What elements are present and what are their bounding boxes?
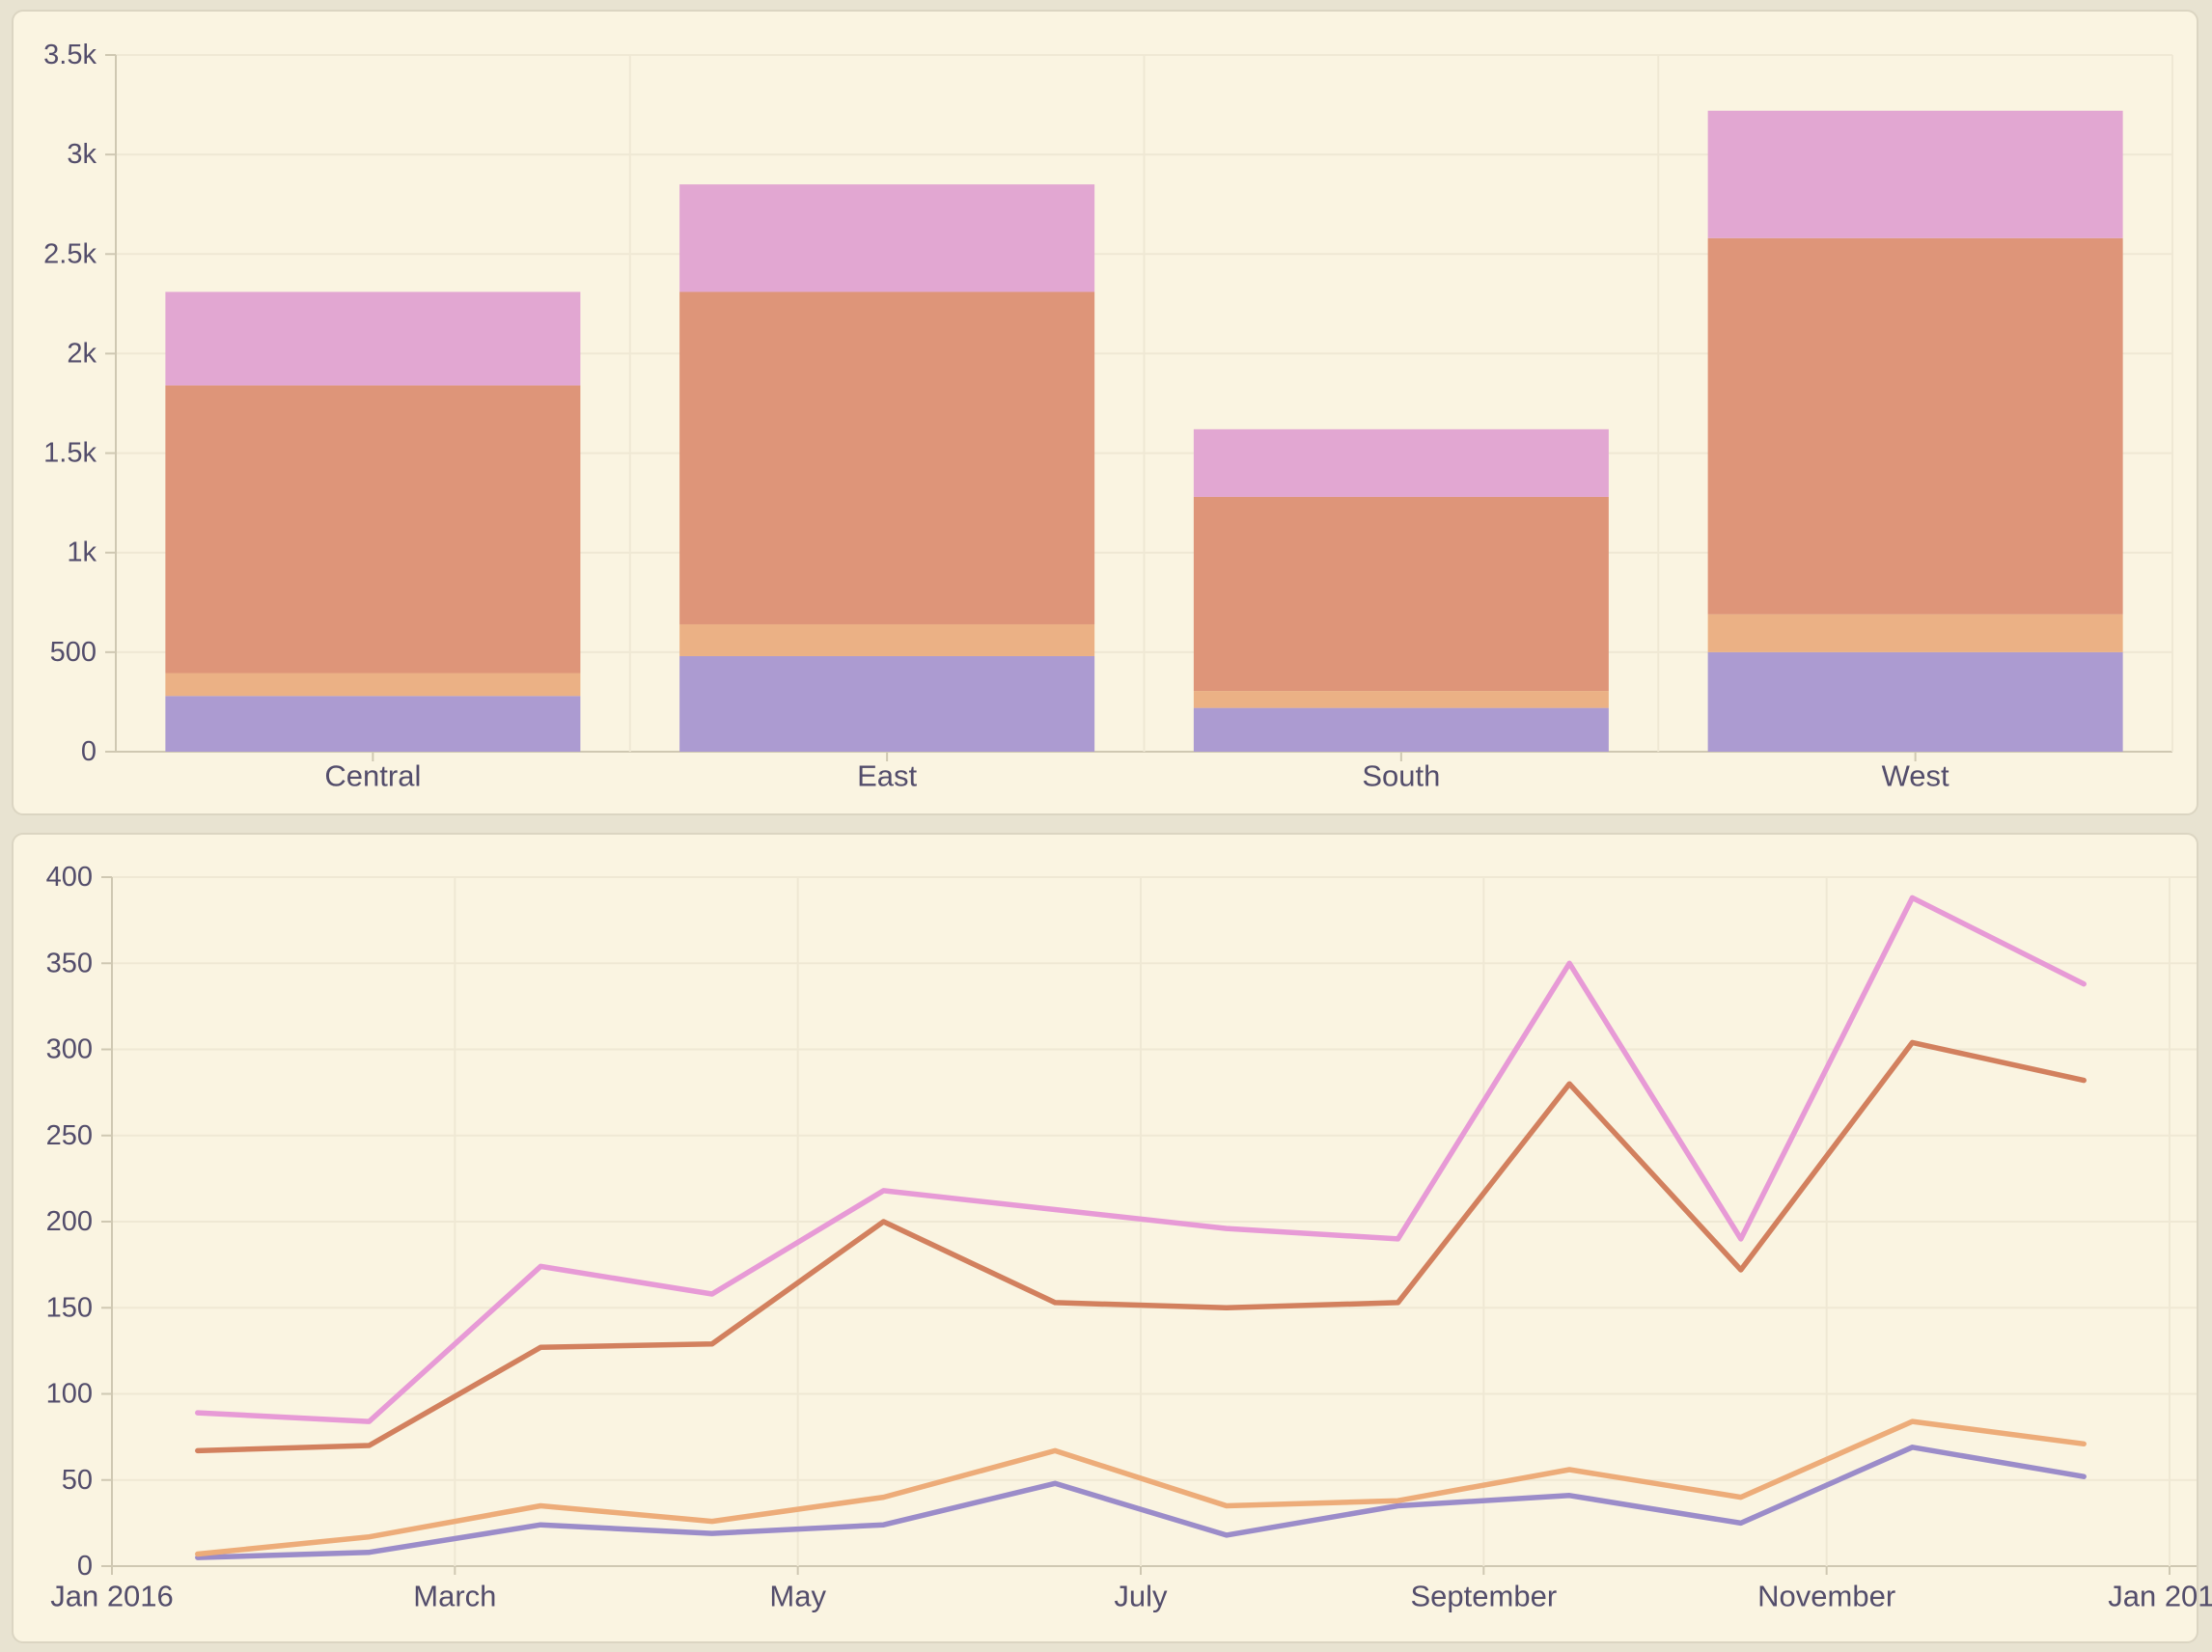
category-label-east: East [857,759,917,793]
bar-segment-segment-purple-west[interactable] [1708,652,2123,752]
x-axis-tick-label: July [1114,1580,1168,1613]
y-axis-tick-label: 250 [46,1120,93,1151]
bar-segment-segment-salmon-west[interactable] [1708,238,2123,615]
x-axis-tick-label: November [1757,1580,1895,1613]
y-axis-tick-label: 1k [67,537,97,568]
bar-segment-segment-pink-east[interactable] [679,184,1094,291]
bar-segment-segment-pink-central[interactable] [165,291,580,385]
y-axis-tick-label: 0 [77,1551,93,1582]
bar-segment-segment-purple-east[interactable] [679,656,1094,752]
stacked-bar-chart: 0 500 1k 1.5k 2k 2.5k 3k 3.5k Central East South We… [14,12,2200,817]
x-axis-tick-label: March [413,1580,496,1613]
y-axis-tick-label: 100 [46,1379,93,1410]
bar-segment-segment-pink-west[interactable] [1708,111,2123,238]
category-label-west: West [1882,759,1949,793]
y-axis-tick-label: 3k [67,139,97,170]
y-axis-tick-label: 350 [46,948,93,978]
bar-segment-segment-tan-south[interactable] [1194,691,1609,708]
category-label-central: Central [324,759,421,793]
y-axis-tick-label: 1.5k [43,438,97,469]
bar-segment-segment-tan-central[interactable] [165,674,580,697]
category-label-south: South [1362,759,1440,793]
y-axis-tick-label: 2k [67,338,97,369]
y-axis-tick-label: 500 [50,637,97,668]
x-axis-tick-label: May [769,1580,826,1613]
dashboard: { "page": { "background_color": "#E8E3D1… [0,0,2212,1652]
line-chart: 0 50 100 150 200 250 300 350 400 Jan 2016 March May… [14,835,2212,1645]
y-axis-tick-label: 3.5k [43,40,97,70]
bar-segment-segment-salmon-south[interactable] [1194,497,1609,691]
x-axis-tick-label: Jan 2016 [50,1580,174,1613]
y-axis-tick-label: 50 [62,1465,93,1496]
y-axis-tick-label: 2.5k [43,238,97,269]
bar-segment-segment-pink-south[interactable] [1194,429,1609,497]
y-axis-tick-label: 300 [46,1034,93,1065]
bar-segment-segment-salmon-central[interactable] [165,385,580,673]
bar-segment-segment-purple-central[interactable] [165,696,580,752]
bar-segment-segment-tan-west[interactable] [1708,615,2123,652]
y-axis-tick-label: 150 [46,1292,93,1323]
bar-segment-segment-purple-south[interactable] [1194,708,1609,752]
x-axis-tick-label: September [1411,1580,1558,1613]
line-chart-card: 0 50 100 150 200 250 300 350 400 Jan 2016 March May… [12,833,2198,1643]
stacked-bar-chart-card: 0 500 1k 1.5k 2k 2.5k 3k 3.5k Central East South We… [12,10,2198,815]
x-axis-tick-label: Jan 2017 [2108,1580,2212,1613]
y-axis-tick-label: 0 [81,736,97,767]
y-axis-tick-label: 200 [46,1206,93,1237]
bar-segment-segment-salmon-east[interactable] [679,291,1094,623]
bar-segment-segment-tan-east[interactable] [679,624,1094,656]
y-axis-tick-label: 400 [46,862,93,893]
